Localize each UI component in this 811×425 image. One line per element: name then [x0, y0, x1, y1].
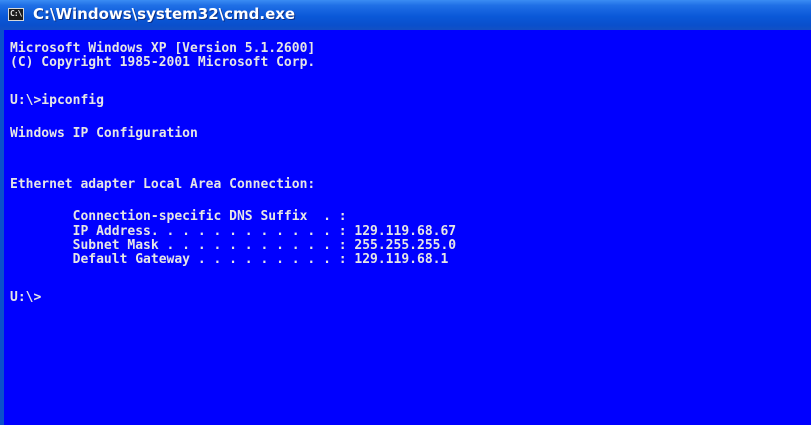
console-line-dns-suffix: Connection-specific DNS Suffix . : [10, 209, 347, 224]
title-bar[interactable]: C:\ C:\Windows\system32\cmd.exe [0, 0, 811, 30]
console-area[interactable]: Microsoft Windows XP [Version 5.1.2600] … [0, 30, 811, 425]
console-line-copyright: (C) Copyright 1985-2001 Microsoft Corp. [10, 55, 316, 70]
console-line-ip-address: IP Address. . . . . . . . . . . . : 129.… [10, 224, 457, 239]
console-line-os-version: Microsoft Windows XP [Version 5.1.2600] [10, 41, 316, 56]
console-line-prompt[interactable]: U:\> [10, 291, 41, 305]
console-line-command-ipconfig: U:\>ipconfig [10, 93, 104, 108]
cmd-icon-glyph: C:\ [10, 9, 22, 18]
cmd-window: C:\ C:\Windows\system32\cmd.exe Microsof… [0, 0, 811, 425]
cmd-icon[interactable]: C:\ [8, 8, 24, 21]
console-line-default-gateway: Default Gateway . . . . . . . . . : 129.… [10, 252, 449, 267]
console-line-subnet-mask: Subnet Mask . . . . . . . . . . . : 255.… [10, 238, 457, 253]
window-title: C:\Windows\system32\cmd.exe [33, 5, 296, 23]
console-line-ip-config-heading: Windows IP Configuration [10, 126, 198, 141]
console-line-adapter-heading: Ethernet adapter Local Area Connection: [10, 177, 316, 192]
